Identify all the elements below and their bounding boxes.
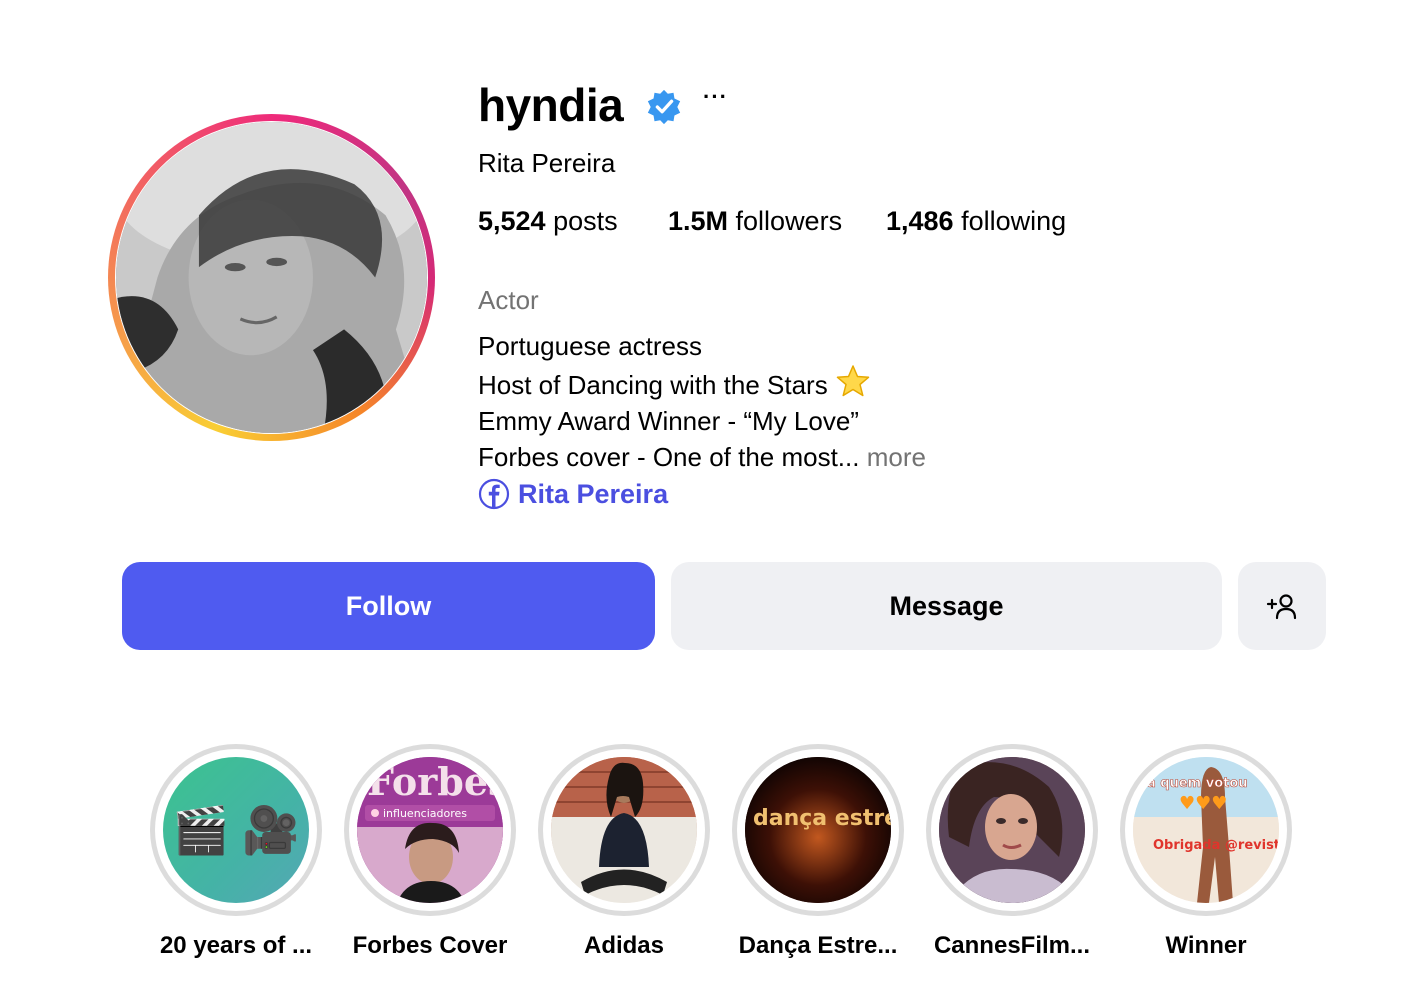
highlight-ring: Forbes influenciadores [344,744,516,916]
facebook-icon [478,478,510,510]
forbes-cover-illustration: Forbes influenciadores [357,757,503,903]
bio-line-last: Forbes cover - One of the most... more [478,439,926,475]
profile-avatar[interactable] [116,122,427,433]
suggested-users-button[interactable] [1238,562,1326,650]
star-emoji-icon [836,365,870,397]
highlight-ring [538,744,710,916]
highlight-cover-text: Obrigada @revistalux [1153,838,1279,853]
highlight-ring: dança estrelas [732,744,904,916]
profile-stats: 5,524 posts 1.5M followers 1,486 followi… [478,206,1066,237]
following-label: following [953,206,1067,236]
highlight-item[interactable]: a quem votou ♥♥♥ Obrigada @revistalux Wi… [1116,744,1296,960]
highlight-label: Winner [1165,932,1247,959]
posts-count-value: 5,524 [478,206,546,236]
message-button[interactable]: Message [671,562,1222,650]
bio-more-link[interactable]: more [867,442,926,472]
highlight-label: 20 years of ... [159,932,313,959]
highlight-label: Adidas [583,932,664,959]
follow-button[interactable]: Follow [122,562,655,650]
highlight-label: CannesFilm... [933,932,1091,959]
highlight-cover-text: dança estrelas [753,806,891,831]
highlight-cover-clapper-camera: 🎬 🎥 [163,757,309,903]
posts-count-label: posts [545,206,618,236]
followers-link[interactable]: 1.5M followers [668,206,886,237]
highlight-cover-danca-estrelas: dança estrelas [745,757,891,903]
winner-cover-illustration: a quem votou ♥♥♥ Obrigada @revistalux [1133,757,1279,903]
highlight-cover-forbes: Forbes influenciadores [357,757,503,903]
adidas-cover-illustration [551,757,697,903]
profile-bio: Portuguese actress Host of Dancing with … [478,328,926,475]
followers-count-value: 1.5M [668,206,729,236]
hearts-emoji: ♥♥♥ [1179,793,1227,814]
profile-category: Actor [478,285,539,315]
following-link[interactable]: 1,486 following [886,206,1066,237]
highlight-ring: a quem votou ♥♥♥ Obrigada @revistalux [1120,744,1292,916]
verified-badge-icon [647,89,681,125]
danca-cover-illustration: dança estrelas [745,757,891,903]
avatar-photo-illustration [116,122,427,433]
highlight-ring [926,744,1098,916]
bio-line: Emmy Award Winner - “My Love” [478,406,859,436]
highlight-item[interactable]: Forbes influenciadores Forbes Cover [340,744,520,960]
highlight-item[interactable]: dança estrelas Dança Estre... [728,744,908,960]
profile-username: hyndia [478,79,624,131]
highlight-cover-text: Forbes [367,759,503,804]
bio-line-with-star: Host of Dancing with the Stars [478,364,926,403]
highlight-cover-toptext: a quem votou [1147,776,1248,791]
facebook-link-text: Rita Pereira [518,478,669,509]
bio-line: Host of Dancing with the Stars [478,370,828,400]
highlight-item[interactable]: 🎬 🎥 20 years of ... [146,744,326,960]
cannes-cover-illustration [939,757,1085,903]
highlight-item[interactable]: CannesFilm... [922,744,1102,960]
highlight-label: Forbes Cover [352,932,508,959]
followers-label: followers [728,206,843,236]
highlight-item[interactable]: Adidas [534,744,714,960]
add-user-icon [1266,594,1297,620]
highlight-cover-emoji: 🎬 🎥 [172,803,300,856]
highlight-ring: 🎬 🎥 [150,744,322,916]
bio-line: Forbes cover - One of the most... [478,442,867,472]
highlight-cover-subtext: influenciadores [383,807,467,820]
highlight-cover-cannes [939,757,1085,903]
profile-full-name: Rita Pereira [478,148,616,178]
profile-avatar-ring[interactable] [108,114,435,441]
highlight-cover-adidas [551,757,697,903]
facebook-profile-link[interactable]: Rita Pereira [478,478,668,510]
bio-line: Portuguese actress [478,331,703,361]
posts-count[interactable]: 5,524 posts [478,206,668,237]
following-count-value: 1,486 [886,206,954,236]
highlight-label: Dança Estre... [738,932,898,959]
highlight-cover-winner: a quem votou ♥♥♥ Obrigada @revistalux [1133,757,1279,903]
story-highlights: 🎬 🎥 20 years of ... Forbes influenciador… [0,744,1410,984]
more-options-button[interactable]: ··· [703,84,728,110]
